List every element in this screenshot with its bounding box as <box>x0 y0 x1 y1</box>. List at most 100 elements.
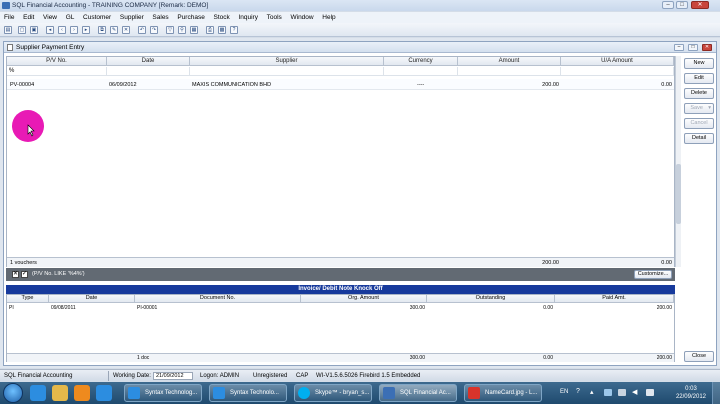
working-date-field[interactable]: 21/09/2012 <box>153 372 193 380</box>
knock-col-date[interactable]: Date <box>49 295 135 303</box>
help-tray-icon[interactable]: ? <box>576 388 580 395</box>
clear-filter-button[interactable]: ✕ <box>12 271 19 278</box>
internet-explorer-icon[interactable] <box>30 385 46 401</box>
col-header-currency[interactable]: Currency <box>384 57 458 66</box>
chevron-down-icon[interactable]: ▾ <box>708 104 713 113</box>
close-app-button[interactable]: ✕ <box>691 1 709 9</box>
cell-date: 06/09/2012 <box>109 82 137 88</box>
ie-pinned-icon[interactable] <box>96 385 112 401</box>
knock-cell-org-amount: 300.00 <box>409 305 425 311</box>
help-icon[interactable]: ? <box>230 26 238 34</box>
knock-cell-paid-amt[interactable]: 200.00 <box>555 305 672 312</box>
col-header-date[interactable]: Date <box>107 57 190 66</box>
prev-record-icon[interactable]: ‹ <box>58 26 66 34</box>
knock-col-doc-no[interactable]: Document No. <box>135 295 301 303</box>
language-indicator[interactable]: EN <box>560 389 568 395</box>
customize-button[interactable]: Customize... <box>634 270 672 279</box>
print-icon[interactable]: ⎙ <box>206 26 214 34</box>
grid-scrollbar[interactable] <box>675 56 681 267</box>
filter-supplier[interactable] <box>190 67 384 76</box>
filter-ua-amount[interactable] <box>561 67 674 76</box>
col-header-ua-amount[interactable]: U/A Amount <box>561 57 674 66</box>
folder-icon[interactable] <box>52 385 68 401</box>
knock-col-org-amount[interactable]: Org. Amount <box>301 295 427 303</box>
knock-col-paid-amt[interactable]: Paid Amt. <box>555 295 674 303</box>
col-header-amount[interactable]: Amount <box>458 57 561 66</box>
close-button[interactable]: Close <box>684 351 714 362</box>
knock-cell-outstanding: 0.00 <box>543 305 553 311</box>
filter-currency[interactable] <box>384 67 458 76</box>
filter-pv-no-value: % <box>9 68 15 74</box>
cancel-button[interactable]: Cancel <box>684 118 714 129</box>
next-record-icon[interactable]: › <box>70 26 78 34</box>
start-button[interactable] <box>3 383 23 403</box>
menu-tools[interactable]: Tools <box>263 12 285 21</box>
menu-inquiry[interactable]: Inquiry <box>234 12 261 21</box>
knock-col-type[interactable]: Type <box>7 295 49 303</box>
col-header-supplier[interactable]: Supplier <box>190 57 384 66</box>
menu-view[interactable]: View <box>39 12 60 21</box>
detail-button[interactable]: Detail <box>684 133 714 144</box>
new-doc-icon[interactable]: ▢ <box>18 26 26 34</box>
open-icon[interactable]: ▤ <box>4 26 12 34</box>
copy-icon[interactable]: ⧉ <box>98 26 106 34</box>
media-player-icon[interactable] <box>74 385 90 401</box>
clock-date: 22/09/2012 <box>675 394 706 400</box>
delete-icon[interactable]: ✕ <box>122 26 130 34</box>
filter-pv-no[interactable]: % <box>7 67 107 76</box>
minimize-button[interactable]: – <box>662 1 674 9</box>
mouse-pointer-icon <box>27 124 35 137</box>
edit-icon[interactable]: ✎ <box>110 26 118 34</box>
show-desktop-button[interactable] <box>712 382 720 404</box>
menu-sales[interactable]: Sales <box>148 12 171 21</box>
last-record-icon[interactable]: ▸ <box>82 26 90 34</box>
scrollbar-thumb[interactable] <box>676 164 681 224</box>
flag-icon[interactable] <box>618 389 626 396</box>
task-sql-financial[interactable]: SQL Financial Ac... <box>379 384 457 402</box>
col-header-pv-no[interactable]: P/V No. <box>7 57 107 66</box>
undo-icon[interactable]: ↶ <box>138 26 146 34</box>
knock-col-outstanding[interactable]: Outstanding <box>427 295 555 303</box>
child-minimize-button[interactable]: – <box>674 44 684 51</box>
edit-button[interactable]: Edit <box>684 73 714 84</box>
knock-footer-org-amount: 300.00 <box>409 355 425 361</box>
new-button[interactable]: New <box>684 58 714 69</box>
menu-edit[interactable]: Edit <box>19 12 37 21</box>
save-icon[interactable]: ▣ <box>30 26 38 34</box>
menu-stock[interactable]: Stock <box>210 12 233 21</box>
child-close-button[interactable]: ✕ <box>702 44 712 51</box>
filter-checkbox[interactable]: ✓ <box>21 271 28 278</box>
maximize-button[interactable]: □ <box>676 1 688 9</box>
task-namecard[interactable]: NameCard.jpg - L... <box>464 384 542 402</box>
menu-gl[interactable]: GL <box>62 12 78 21</box>
preview-icon[interactable]: ▦ <box>190 26 198 34</box>
save-button[interactable]: Save ▾ <box>684 103 714 114</box>
redo-icon[interactable]: ↷ <box>150 26 158 34</box>
menu-help[interactable]: Help <box>318 12 338 21</box>
delete-button[interactable]: Delete <box>684 88 714 99</box>
menu-supplier[interactable]: Supplier <box>116 12 147 21</box>
battery-icon[interactable] <box>646 389 654 396</box>
menu-customer[interactable]: Customer <box>79 12 114 21</box>
version-status: WI-V1.5.6.5026 Firebird 1.5 Embedded <box>316 373 421 379</box>
task-syntax-2[interactable]: Syntax Technolo... <box>209 384 287 402</box>
expand-tray-icon[interactable]: ▴ <box>590 388 594 396</box>
task-syntax-1[interactable]: Syntax Technolog... <box>124 384 202 402</box>
volume-icon[interactable]: ◀ <box>632 388 637 396</box>
task-skype[interactable]: Skype™ - bryan_s... <box>294 384 372 402</box>
caps-status: CAP <box>296 373 309 379</box>
menu-purchase[interactable]: Purchase <box>173 12 207 21</box>
task-label: NameCard.jpg - L... <box>485 390 538 396</box>
first-record-icon[interactable]: ◂ <box>46 26 54 34</box>
child-maximize-button[interactable]: □ <box>688 44 698 51</box>
calculator-icon[interactable]: ▩ <box>218 26 226 34</box>
menu-file[interactable]: File <box>0 12 17 21</box>
filter-amount[interactable] <box>458 67 561 76</box>
filter-expression[interactable]: (P/V No. LIKE '%4%') <box>32 271 85 277</box>
filter-date[interactable] <box>107 67 190 76</box>
menu-window[interactable]: Window <box>286 12 316 21</box>
find-icon[interactable]: ⚲ <box>178 26 186 34</box>
clock[interactable]: 0:03 22/09/2012 <box>676 385 706 401</box>
filter-icon[interactable]: ▽ <box>166 26 174 34</box>
network-icon[interactable] <box>604 389 612 396</box>
